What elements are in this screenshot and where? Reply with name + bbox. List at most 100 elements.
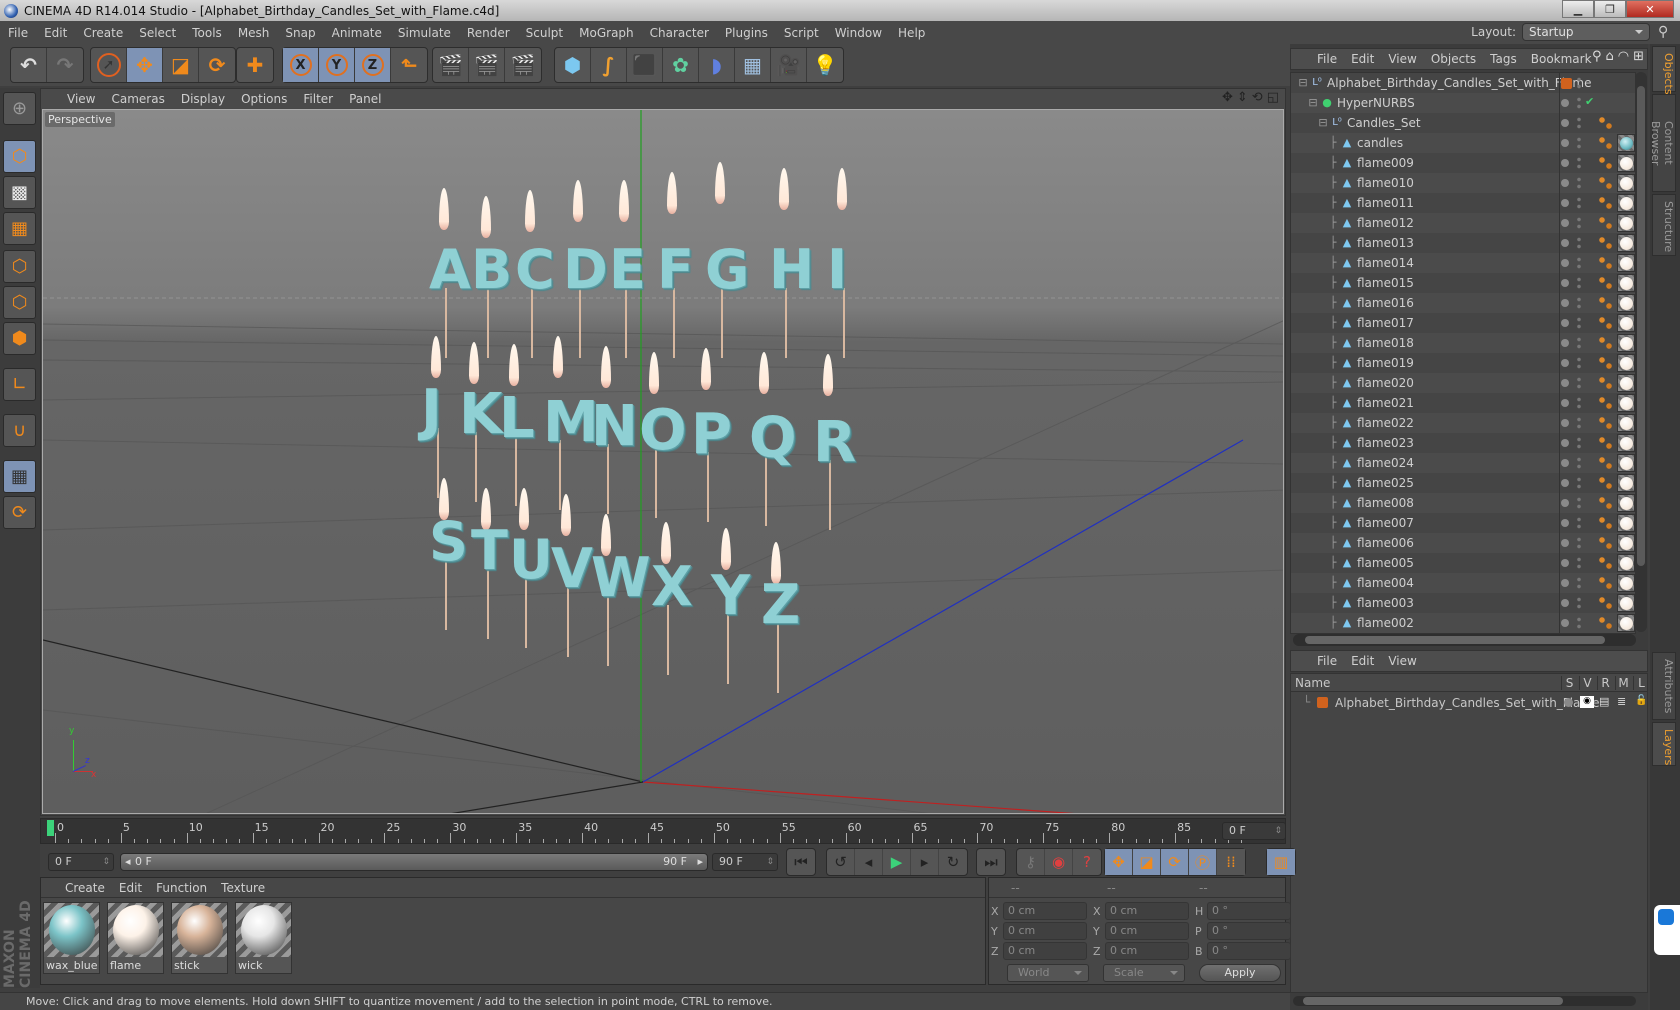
editor-visibility-dot[interactable] (1561, 319, 1569, 327)
object-menu-view[interactable]: View (1388, 52, 1416, 66)
object-row[interactable]: ├ ▲ flame023 (1291, 433, 1635, 453)
phong-tag-icon[interactable] (1599, 416, 1613, 430)
render-visibility-dots[interactable] (1577, 536, 1581, 550)
menu-plugins[interactable]: Plugins (725, 26, 768, 40)
phong-tag-icon[interactable] (1599, 276, 1613, 290)
undo-icon[interactable]: ↶ (11, 48, 47, 82)
layer-col-render[interactable]: R (1597, 675, 1613, 690)
scale-key-icon[interactable]: ◪ (1133, 849, 1161, 875)
object-name[interactable]: flame017 (1357, 316, 1414, 330)
candle-letter[interactable]: K (459, 382, 502, 447)
subdivision-surface-icon[interactable]: ⬛ (627, 48, 663, 82)
material-tag-icon[interactable] (1617, 334, 1635, 352)
parameter-key-icon[interactable]: Ⓟ (1189, 849, 1217, 875)
workplane-align-icon[interactable]: ⟳ (3, 496, 36, 529)
position-field[interactable]: 0 cm (1003, 942, 1087, 960)
material-tag-icon[interactable] (1617, 414, 1635, 432)
candle-letter[interactable]: Z (761, 573, 800, 636)
object-row[interactable]: ├ ▲ flame003 (1291, 593, 1635, 613)
expand-collapse-icon[interactable]: ⊟ (1307, 97, 1319, 109)
object-name[interactable]: flame025 (1357, 476, 1414, 490)
menu-create[interactable]: Create (83, 26, 123, 40)
material-tag-icon[interactable] (1617, 474, 1635, 492)
material-tag-icon[interactable] (1617, 494, 1635, 512)
render-visibility-dots[interactable] (1577, 156, 1581, 170)
solo-toggle-icon[interactable] (1564, 698, 1573, 707)
menu-select[interactable]: Select (139, 26, 176, 40)
candle-letter[interactable]: Y (711, 564, 750, 627)
editor-visibility-dot[interactable] (1561, 479, 1569, 487)
render-visibility-dots[interactable] (1577, 256, 1581, 270)
candle-letter[interactable]: N (591, 394, 638, 459)
phong-tag-icon[interactable] (1599, 556, 1613, 570)
layer-menu-file[interactable]: File (1317, 654, 1337, 668)
enabled-check-icon[interactable]: ✔ (1585, 95, 1594, 108)
viewport-menu-options[interactable]: Options (241, 92, 287, 106)
phong-tag-icon[interactable] (1599, 516, 1613, 530)
size-field[interactable]: 0 cm (1105, 942, 1189, 960)
editor-visibility-dot[interactable] (1561, 459, 1569, 467)
render-visibility-dots[interactable] (1577, 96, 1581, 110)
close-button[interactable]: ✕ (1626, 0, 1674, 18)
material-tag-icon[interactable] (1617, 354, 1635, 372)
live-selection-icon[interactable]: ➚ (91, 48, 127, 82)
3d-scene[interactable]: Perspective ABCDEFGHIJKLMNOPQRSTUVWXYZ y… (42, 109, 1284, 814)
phong-tag-icon[interactable] (1599, 496, 1613, 510)
material-swatch[interactable]: wax_blue (43, 902, 100, 974)
candle-letter[interactable]: X (651, 555, 693, 618)
viewport-menu-display[interactable]: Display (181, 92, 225, 106)
previous-frame-icon[interactable]: ◂ (855, 849, 883, 875)
candle-letter[interactable]: D (563, 238, 608, 301)
menu-animate[interactable]: Animate (332, 26, 382, 40)
candle-letter[interactable]: J (421, 378, 442, 443)
object-menu-tags[interactable]: Tags (1490, 52, 1517, 66)
object-row[interactable]: ├ ▲ flame010 (1291, 173, 1635, 193)
play-icon[interactable]: ▶ (883, 849, 911, 875)
previous-key-icon[interactable]: ↺ (827, 849, 855, 875)
scale-icon[interactable]: ◪ (163, 48, 199, 82)
object-row[interactable]: ├ ▲ flame011 (1291, 193, 1635, 213)
snap-magnet-icon[interactable]: ∪ (3, 414, 36, 447)
material-menu-function[interactable]: Function (156, 881, 207, 895)
candle-letter[interactable]: I (827, 238, 847, 301)
material-tag-icon[interactable] (1617, 314, 1635, 332)
object-name[interactable]: flame016 (1357, 296, 1414, 310)
layer-color-swatch[interactable] (1317, 697, 1328, 708)
render-visibility-dots[interactable] (1577, 596, 1581, 610)
object-row[interactable]: ├ ▲ flame016 (1291, 293, 1635, 313)
object-name[interactable]: flame013 (1357, 236, 1414, 250)
next-frame-icon[interactable]: ▸ (911, 849, 939, 875)
object-row[interactable]: ├ ▲ flame013 (1291, 233, 1635, 253)
layer-horizontal-scrollbar[interactable] (1293, 996, 1636, 1006)
object-name[interactable]: flame004 (1357, 576, 1414, 590)
view-eye-icon[interactable]: ◉ (1580, 696, 1594, 708)
material-tag-icon[interactable] (1617, 134, 1635, 152)
axis-mode-icon[interactable]: ∟ (3, 368, 36, 401)
object-row[interactable]: ├ ▲ flame005 (1291, 553, 1635, 573)
object-name[interactable]: flame015 (1357, 276, 1414, 290)
menu-help[interactable]: Help (898, 26, 925, 40)
camera-label[interactable]: Perspective (45, 112, 115, 127)
auto-keying-icon[interactable]: ◉ (1045, 849, 1073, 875)
expand-collapse-icon[interactable]: ⊟ (1297, 77, 1309, 89)
object-name[interactable]: flame012 (1357, 216, 1414, 230)
render-view-icon[interactable]: 🎬 (433, 48, 469, 82)
phong-tag-icon[interactable] (1599, 436, 1613, 450)
object-name[interactable]: HyperNURBS (1337, 96, 1415, 110)
candle-letter[interactable]: F (657, 238, 694, 301)
candle-letter[interactable]: A (429, 238, 471, 301)
object-name[interactable]: Candles_Set (1347, 116, 1421, 130)
object-row[interactable]: ├ ▲ flame019 (1291, 353, 1635, 373)
material-tag-icon[interactable] (1617, 434, 1635, 452)
material-tag-icon[interactable] (1617, 574, 1635, 592)
material-swatch[interactable]: stick (171, 902, 228, 974)
record-keys-disabled-icon[interactable]: ⚷ (1017, 849, 1045, 875)
phong-tag-icon[interactable] (1599, 456, 1613, 470)
object-row[interactable]: ⊟ L⁰ Alphabet_Birthday_Candles_Set_with_Fl… (1291, 73, 1635, 93)
material-tag-icon[interactable] (1617, 254, 1635, 272)
material-tag-icon[interactable] (1617, 294, 1635, 312)
phong-tag-icon[interactable] (1599, 176, 1613, 190)
menu-mograph[interactable]: MoGraph (579, 26, 634, 40)
material-tag-icon[interactable] (1617, 234, 1635, 252)
object-name[interactable]: flame009 (1357, 156, 1414, 170)
